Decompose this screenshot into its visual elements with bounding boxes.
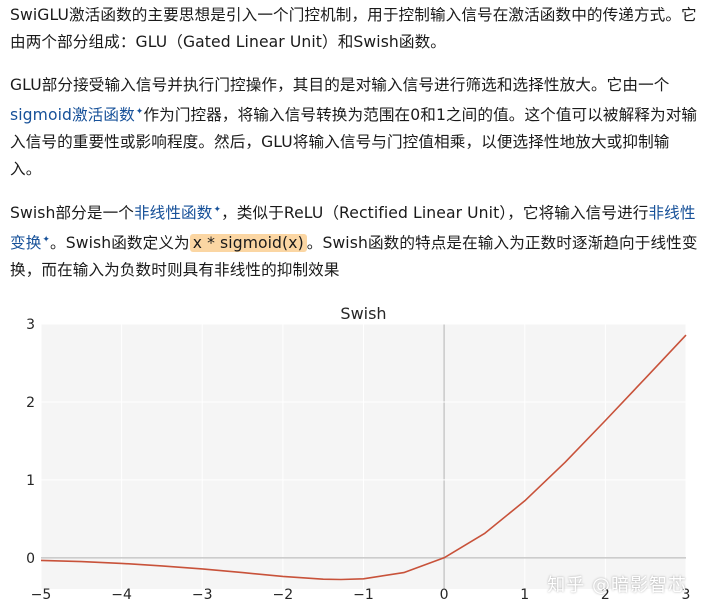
x-tick-label: −2 [273,587,294,603]
glu-text-before: GLU部分接受输入信号并执行门控操作，其目的是对输入信号进行筛选和选择性放大。它… [10,76,670,94]
sparkle-icon: ✦ [42,235,51,246]
intro-paragraph: SwiGLU激活函数的主要思想是引入一个门控机制，用于控制输入信号在激活函数中的… [10,2,700,56]
swish-text-b: ，类似于ReLU（Rectified Linear Unit），它将输入信号进行 [221,204,649,223]
swish-text-a: Swish部分是一个 [10,204,134,223]
chart-title: Swish [340,304,386,323]
sigmoid-link-label: sigmoid激活函数 [10,106,135,125]
sparkle-icon: ✦ [213,205,222,215]
swish-chart: −5 −4 −3 −2 −1 0 1 2 30123 Swish [26,304,690,603]
x-tick-label: 0 [440,587,449,603]
intro-text: SwiGLU激活函数的主要思想是引入一个门控机制，用于控制输入信号在激活函数中的… [10,6,697,51]
swish-paragraph: Swish部分是一个非线性函数✦，类似于ReLU（Rectified Linea… [10,197,700,284]
y-tick-label: 1 [26,473,35,489]
watermark: 知乎 @暗影智芯 [547,575,687,596]
y-tick-label: 0 [26,551,35,567]
nonlinear-function-link[interactable]: 非线性函数✦ [134,204,221,222]
sigmoid-activation-link[interactable]: sigmoid激活函数✦ [10,106,143,124]
x-tick-label: −4 [111,587,132,603]
swish-formula-highlight: x * sigmoid(x) [189,234,307,253]
x-tick-label: 1 [520,587,529,603]
y-tick-label: 3 [26,317,35,333]
glu-paragraph: GLU部分接受输入信号并执行门控操作，其目的是对输入信号进行筛选和选择性放大。它… [10,72,700,183]
swish-text-c: 。Swish函数定义为 [50,234,190,253]
y-tick-label: 2 [26,395,35,411]
x-tick-label: −5 [31,587,52,603]
x-tick-label: −3 [192,587,213,603]
nonlinear-function-label: 非线性函数 [133,204,213,223]
x-tick-label: −1 [353,587,374,603]
